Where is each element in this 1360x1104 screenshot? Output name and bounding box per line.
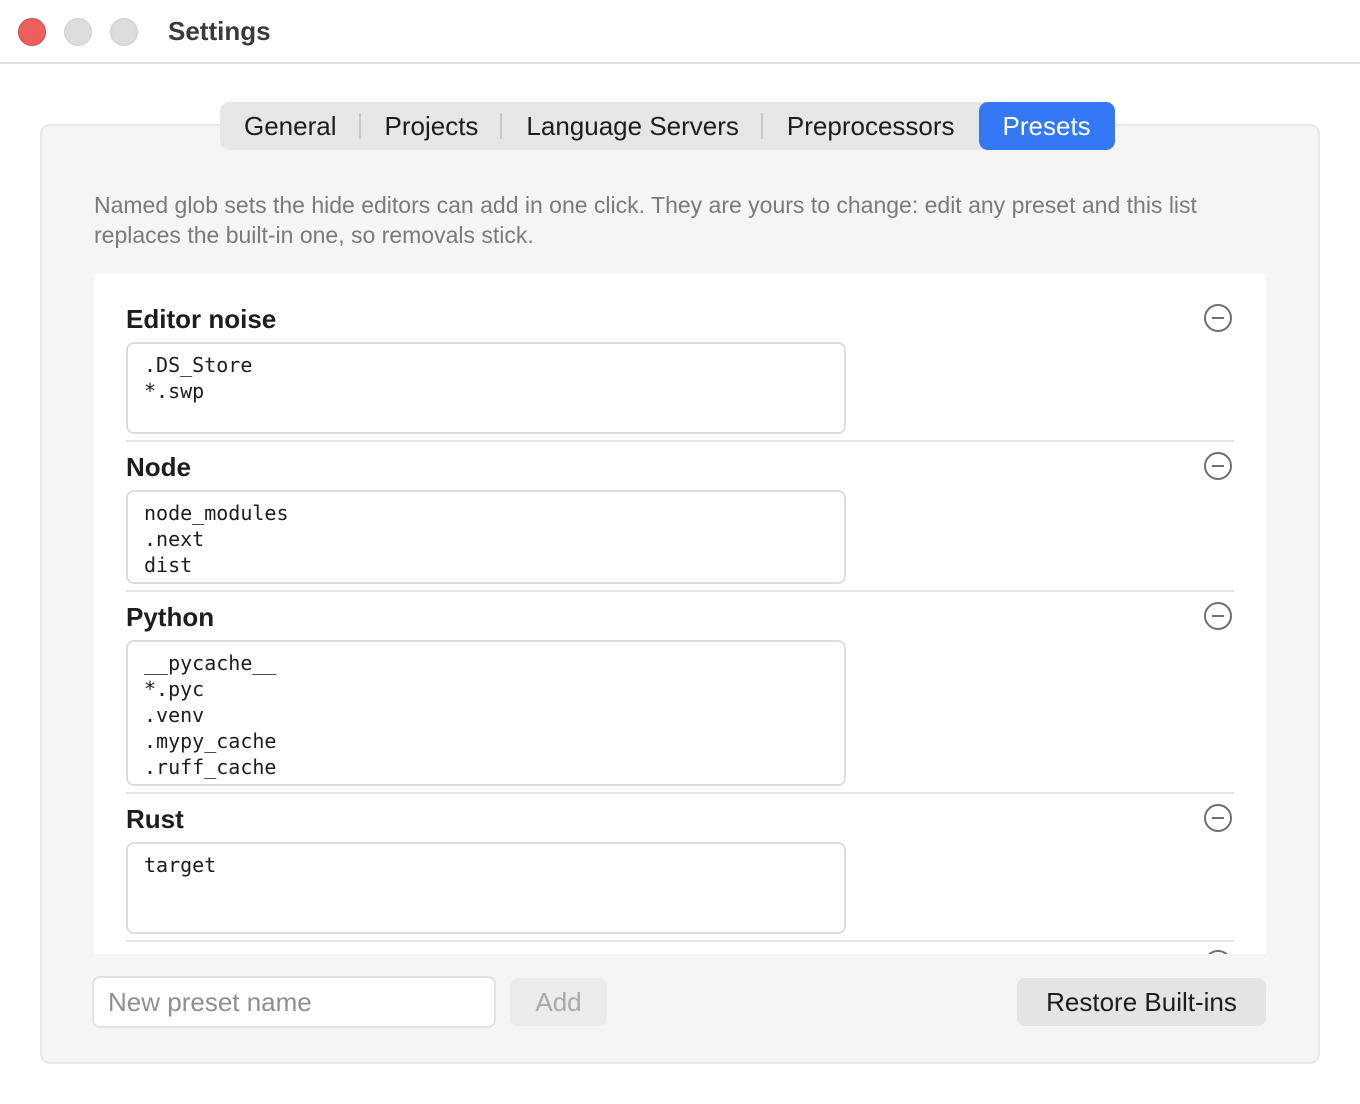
remove-preset-icon[interactable] [1204,804,1232,832]
preset-list[interactable]: Editor noise .DS_Store *.swp Node node_m… [94,274,1266,954]
remove-preset-icon[interactable] [1204,602,1232,630]
preset-name: Python [126,602,215,632]
minimize-window-button[interactable] [64,18,92,46]
preset-row-python: Python __pycache__ *.pyc .venv .mypy_cac… [126,592,1234,794]
preset-name: Rust [126,804,184,834]
preset-row-editor-noise: Editor noise .DS_Store *.swp [126,274,1234,442]
title-bar: Settings [0,0,1360,64]
tab-presets[interactable]: Presets [978,102,1115,150]
tab-projects[interactable]: Projects [361,102,503,150]
tab-language-servers[interactable]: Language Servers [502,102,764,150]
remove-preset-icon[interactable] [1204,950,1232,954]
tab-label: Presets [1002,110,1091,141]
restore-built-ins-button[interactable]: Restore Built-ins [1017,978,1266,1026]
tab-preprocessors[interactable]: Preprocessors [763,102,979,150]
tab-bar: General Projects Language Servers Prepro… [220,102,1115,150]
add-preset-button[interactable]: Add [510,978,607,1026]
preset-globs-field[interactable]: __pycache__ *.pyc .venv .mypy_cache .ruf… [126,640,846,786]
remove-preset-icon[interactable] [1204,304,1232,332]
preset-globs-field[interactable]: node_modules .next dist [126,490,846,584]
preset-globs-field[interactable]: .DS_Store *.swp [126,342,846,434]
tab-label: Preprocessors [786,110,955,141]
window-title: Settings [168,16,271,46]
zoom-window-button[interactable] [110,18,138,46]
preset-globs-field[interactable]: target [126,842,846,934]
new-preset-name-input[interactable] [92,976,496,1028]
tab-label: General [244,110,337,141]
tab-label: Language Servers [526,110,739,141]
remove-preset-icon[interactable] [1204,452,1232,480]
tab-general[interactable]: General [220,102,361,150]
close-window-button[interactable] [18,18,46,46]
presets-description: Named glob sets the hide editors can add… [94,192,1197,248]
preset-name: Editor noise [126,304,277,334]
preset-row-rust: Rust target [126,794,1234,942]
tab-label: Projects [384,110,479,141]
preset-row-node: Node node_modules .next dist [126,442,1234,592]
preset-name: Node [126,452,191,482]
